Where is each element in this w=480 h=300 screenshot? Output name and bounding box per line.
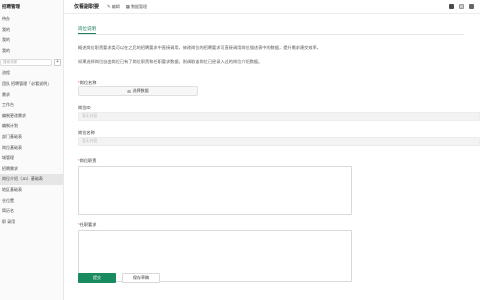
submit-button[interactable]: 提交: [78, 273, 116, 283]
description-line-1: 概述岗位职责要求类可以在之后的招聘要求中直接调用，修改岗位的招聘要求可直接调用岗…: [78, 45, 321, 50]
position-name-field: 暂无内容: [78, 137, 480, 146]
duties-label: *岗位职责: [78, 158, 97, 163]
sidebar: 招聘管理 待办 我的 我的 我的 搜索流程 + 流程 团队 招聘管理「必看说明」…: [0, 0, 64, 300]
select-data-label: 选择数据: [132, 88, 149, 93]
position-id-label: 岗位ID: [78, 105, 91, 110]
divider: [78, 34, 464, 35]
sidebar-item[interactable]: 城管理: [0, 153, 63, 164]
sidebar-item[interactable]: 编制更改需求: [0, 111, 63, 122]
sidebar-item[interactable]: 职 录用: [0, 217, 63, 228]
requirements-label: *任职要求: [78, 222, 97, 227]
sidebar-item[interactable]: 部门基础表: [0, 132, 63, 143]
data-manage-label: 数据管理: [131, 3, 148, 9]
position-id-field: 暂无内容: [78, 112, 480, 121]
database-icon: ⊞: [127, 88, 131, 94]
sidebar-title: 招聘管理: [2, 4, 20, 9]
table-icon: ▦: [125, 3, 131, 9]
sidebar-item[interactable]: 岗位基础表: [0, 143, 63, 154]
sidebar-item[interactable]: 编制计划: [0, 121, 63, 132]
sidebar-item[interactable]: 简历名: [0, 206, 63, 217]
select-data-button[interactable]: ⊞ 选择数据: [78, 86, 198, 96]
user-icon[interactable]: [469, 4, 474, 9]
page-title[interactable]: 仅看副职要: [74, 3, 99, 10]
requirements-textarea[interactable]: [78, 230, 352, 282]
sidebar-item[interactable]: 团队 招聘管理「必看说明」: [0, 79, 63, 90]
sidebar-search-input[interactable]: 搜索流程: [0, 58, 52, 66]
top-right-icons: [444, 4, 474, 9]
window-icon[interactable]: [459, 4, 464, 9]
form-area: 岗位说明 概述岗位职责要求类可以在之后的招聘要求中直接调用，修改岗位的招聘要求可…: [64, 14, 480, 300]
save-draft-button[interactable]: 保存草稿: [122, 273, 160, 283]
edit-label: 编辑: [111, 3, 120, 9]
pencil-icon: ✎: [107, 3, 111, 9]
description-line-2: 如果选择岗位自由岗位已有了岗位职责和任职要求数据，则调取该岗位已经录入过的岗位介…: [78, 59, 263, 64]
sidebar-item-mine-3[interactable]: 我的: [0, 46, 63, 57]
data-manage-button[interactable]: ▦ 数据管理: [126, 4, 147, 10]
section-tab[interactable]: 岗位说明: [78, 26, 96, 34]
sidebar-search-row: 搜索流程 +: [0, 58, 61, 66]
sidebar-item[interactable]: 招聘需求: [0, 164, 63, 175]
edit-button[interactable]: ✎ 编辑: [107, 4, 120, 10]
top-bar: 仅看副职要 ✎ 编辑 ▦ 数据管理: [64, 0, 480, 14]
sidebar-item-todo[interactable]: 待办: [0, 14, 63, 25]
sidebar-item[interactable]: 地区基础表: [0, 185, 63, 196]
sidebar-item[interactable]: 流程: [0, 68, 63, 79]
share-icon[interactable]: [449, 4, 454, 9]
sidebar-item-mine-1[interactable]: 我的: [0, 25, 63, 36]
duties-textarea[interactable]: [78, 166, 352, 215]
add-icon[interactable]: +: [54, 58, 61, 66]
sidebar-item[interactable]: 工作台: [0, 100, 63, 111]
sidebar-item-active[interactable]: 岗位介绍（JD）基础表: [0, 174, 63, 185]
sidebar-item[interactable]: 仓位置: [0, 196, 63, 207]
position-name-label: 岗位名称: [78, 130, 95, 135]
sidebar-item[interactable]: 需求: [0, 90, 63, 101]
sidebar-item-mine-2[interactable]: 我的: [0, 35, 63, 46]
